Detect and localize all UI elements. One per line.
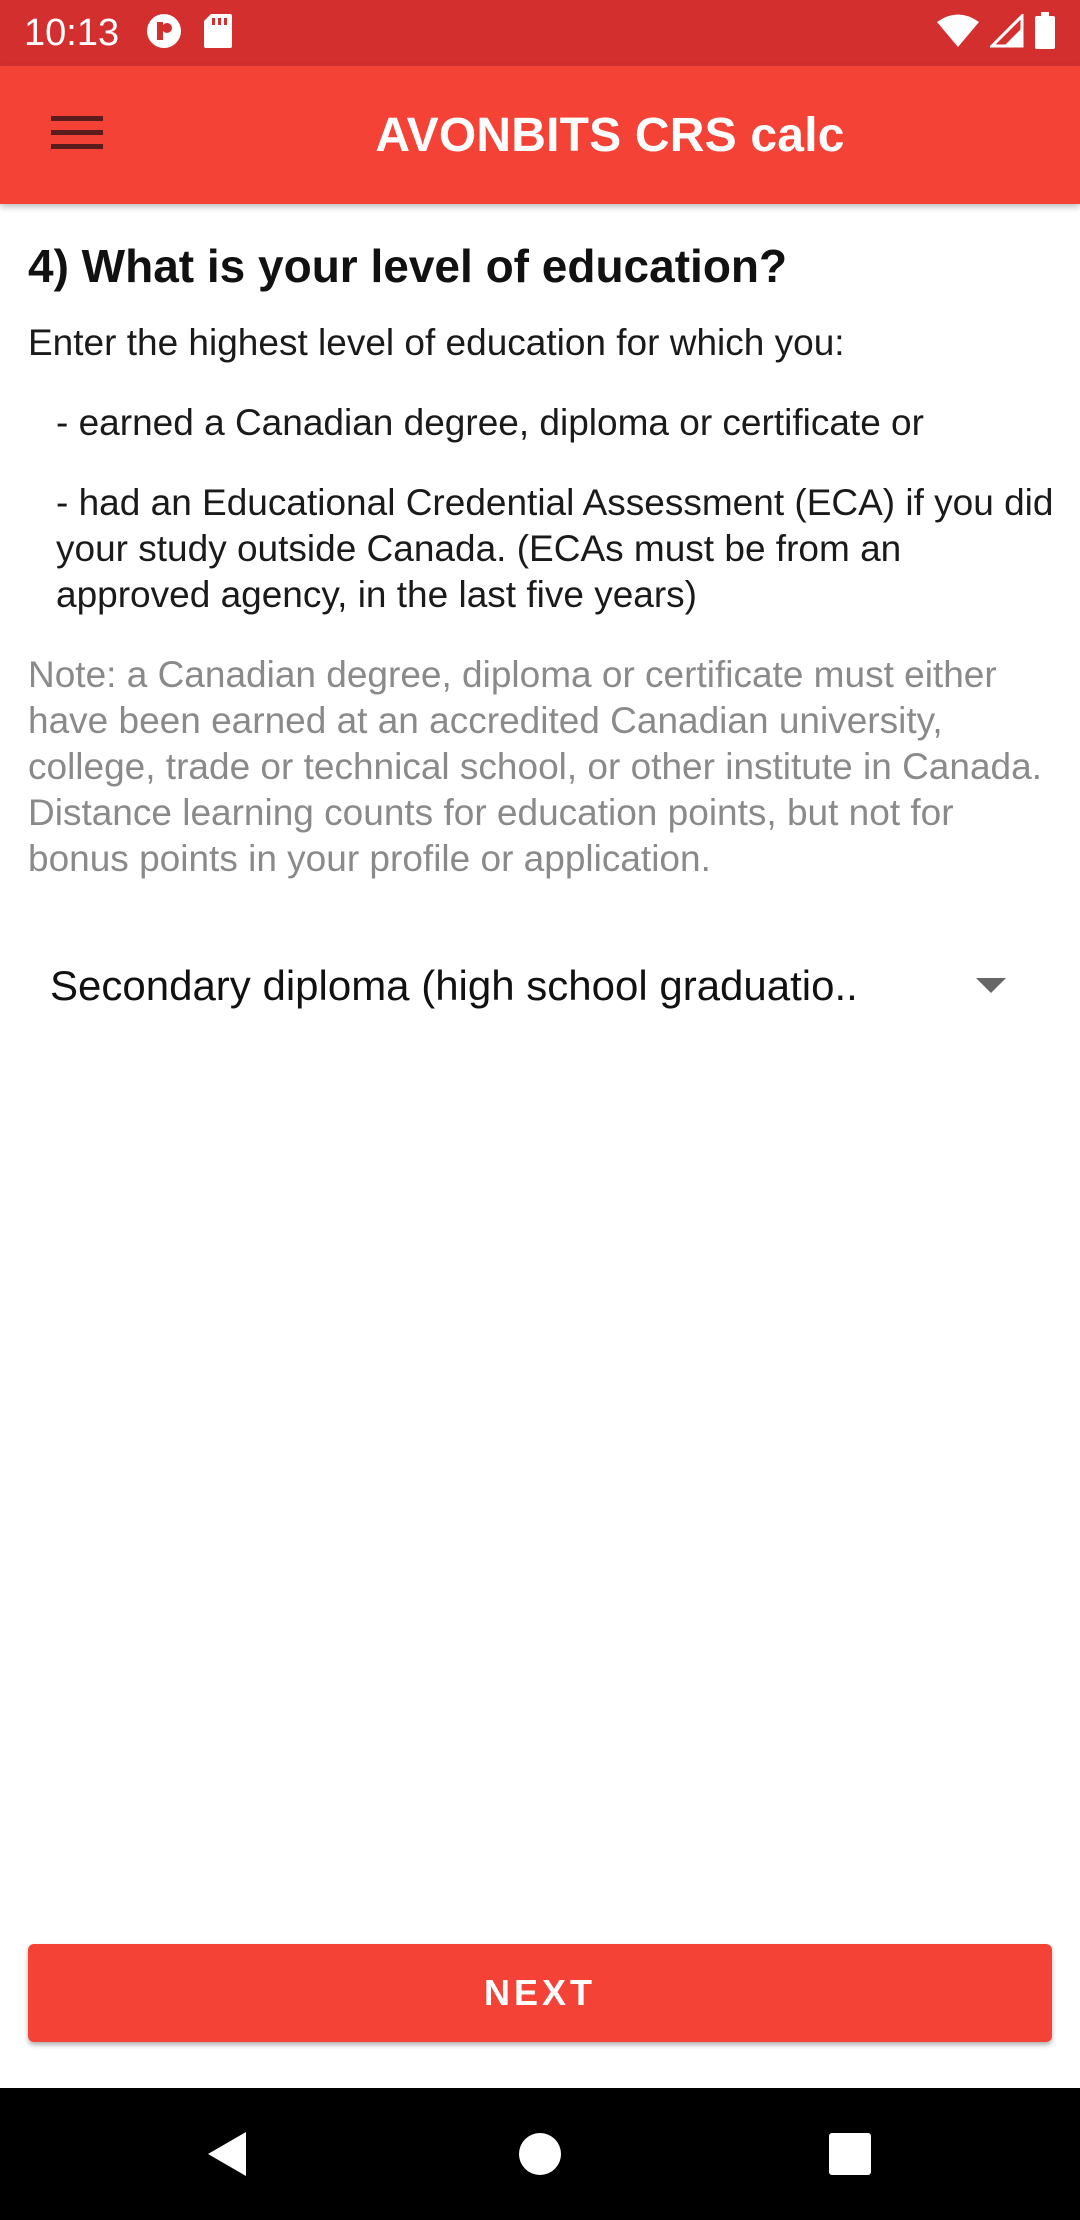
- app-title: AVONBITS CRS calc: [375, 108, 845, 162]
- home-icon[interactable]: [510, 2124, 570, 2184]
- battery-icon: [1034, 11, 1056, 55]
- question-intro: Enter the highest level of education for…: [28, 322, 845, 363]
- dropdown-arrow-icon: [976, 978, 1006, 999]
- navigation-bar: [0, 2088, 1080, 2220]
- sd-card-icon: [203, 13, 233, 54]
- status-bar: 10:13: [0, 0, 1080, 66]
- status-time: 10:13: [24, 11, 120, 54]
- education-level-dropdown[interactable]: Secondary diploma (high school graduatio…: [28, 940, 1052, 1032]
- education-level-selected: Secondary diploma (high school graduatio…: [50, 962, 858, 1009]
- app-notification-icon: [145, 12, 183, 55]
- bullet-canadian-degree: - earned a Canadian degree, diploma or c…: [56, 402, 924, 443]
- cell-signal-icon: [988, 11, 1024, 53]
- bullet-eca: - had an Educational Credential Assessme…: [56, 482, 1054, 615]
- back-icon[interactable]: [200, 2124, 260, 2184]
- wifi-icon: [936, 13, 980, 54]
- next-button[interactable]: NEXT: [28, 1944, 1052, 2042]
- app-bar: AVONBITS CRS calc: [0, 66, 1080, 204]
- question-title: 4) What is your level of education?: [28, 240, 788, 292]
- recents-icon[interactable]: [820, 2124, 880, 2184]
- education-note: Note: a Canadian degree, diploma or cert…: [28, 654, 1042, 879]
- question-content: 4) What is your level of education? Ente…: [28, 238, 1058, 882]
